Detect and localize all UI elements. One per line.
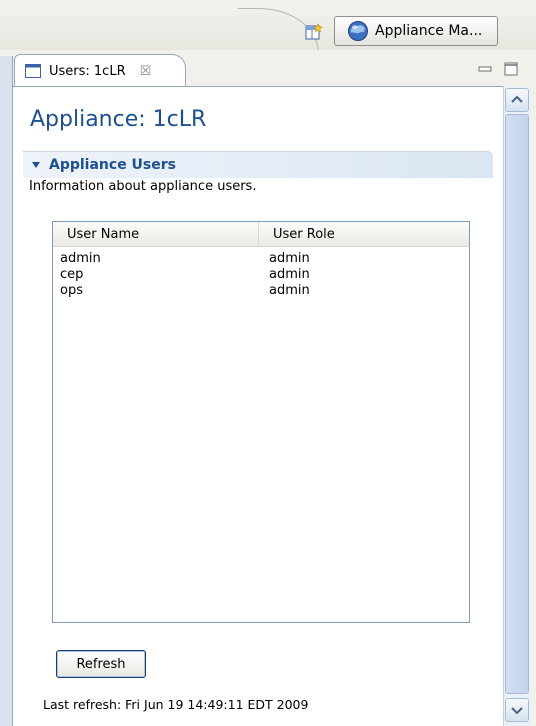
vertical-scrollbar[interactable] — [503, 86, 531, 726]
table-row[interactable]: admin admin — [53, 250, 469, 266]
open-perspective-icon[interactable] — [304, 22, 324, 42]
cell-user-role: admin — [269, 250, 310, 266]
eclipse-window: Appliance Ma... Users: 1cLR ☒ Appliance:… — [0, 0, 536, 726]
close-icon[interactable]: ☒ — [140, 64, 152, 79]
table-body: admin admin cep admin ops admin — [53, 247, 469, 298]
page-title: Appliance: 1cLR — [30, 107, 207, 132]
perspective-button-appliance-manager[interactable]: Appliance Ma... — [334, 16, 498, 46]
maximize-icon[interactable] — [504, 62, 518, 76]
table-header: User Name User Role — [53, 222, 469, 247]
last-refresh-status: Last refresh: Fri Jun 19 14:49:11 EDT 20… — [43, 697, 309, 712]
chevron-up-icon — [511, 95, 523, 103]
perspective-toolbar: Appliance Ma... — [0, 0, 536, 69]
left-panel-edge — [0, 56, 13, 726]
minimize-icon[interactable] — [478, 62, 492, 76]
refresh-button[interactable]: Refresh — [56, 650, 146, 678]
table-row[interactable]: ops admin — [53, 282, 469, 298]
users-table[interactable]: User Name User Role admin admin cep admi… — [52, 221, 470, 623]
cell-user-role: admin — [269, 282, 310, 298]
view-tab-bar: Users: 1cLR ☒ — [0, 50, 536, 87]
section-title: Appliance Users — [49, 157, 176, 173]
editor-area: Appliance: 1cLR Appliance Users Informat… — [13, 86, 503, 726]
cell-user-role: admin — [269, 266, 310, 282]
cell-user-name: ops — [60, 282, 83, 298]
chevron-down-icon[interactable] — [31, 160, 41, 170]
scrollbar-thumb[interactable] — [505, 114, 529, 694]
scroll-down-button[interactable] — [505, 698, 529, 722]
scroll-up-button[interactable] — [505, 88, 529, 112]
view-icon — [25, 64, 41, 78]
tab-users-1clr[interactable]: Users: 1cLR ☒ — [14, 54, 186, 87]
section-description: Information about appliance users. — [29, 179, 257, 194]
cell-user-name: cep — [60, 266, 84, 282]
cell-user-name: admin — [60, 250, 101, 266]
section-header-appliance-users[interactable]: Appliance Users — [23, 151, 493, 178]
tab-label: Users: 1cLR — [49, 63, 126, 79]
column-header-user-name[interactable]: User Name — [53, 222, 259, 246]
chevron-down-icon — [511, 707, 523, 715]
perspective-label: Appliance Ma... — [375, 23, 483, 39]
globe-icon — [348, 21, 368, 41]
column-header-user-role[interactable]: User Role — [259, 222, 469, 246]
table-row[interactable]: cep admin — [53, 266, 469, 282]
